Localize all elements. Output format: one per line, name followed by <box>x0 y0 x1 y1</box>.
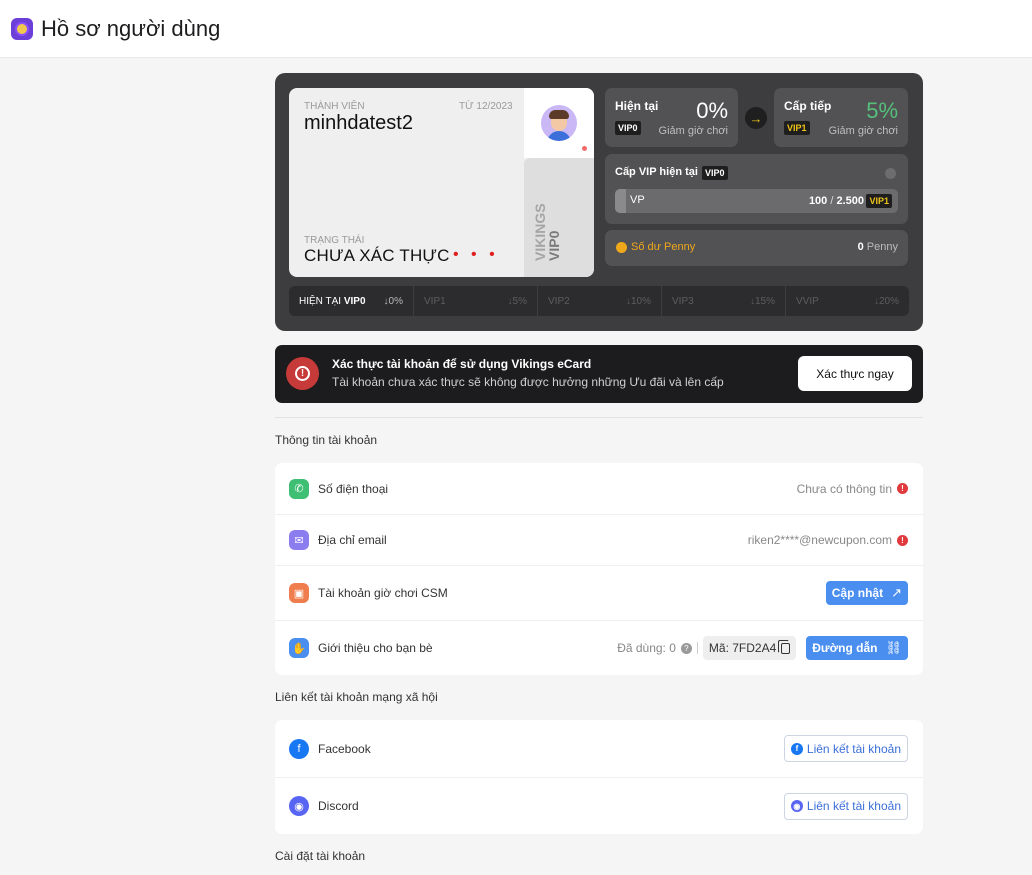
tier-strip-item: VVIP ↓20% <box>785 286 909 316</box>
profile-logo-icon <box>11 17 33 40</box>
vip-progress-panel: Cấp VIP hiện tại VIP0 VP 100 / 2.500 VIP… <box>605 154 908 224</box>
discord-icon: ◉ <box>289 796 309 816</box>
link-discord-button[interactable]: ◉ Liên kết tài khoản <box>783 792 908 820</box>
current-tier-badge: VIP0 <box>615 121 641 135</box>
arrow-right-icon: → <box>745 107 767 129</box>
phone-label: Số điện thoại <box>318 481 389 496</box>
referral-row: ✋ Giới thiệu cho bạn bè Đã dùng: 0? Mã: … <box>275 620 923 675</box>
tier-strip-item: VIP1 ↓5% <box>413 286 537 316</box>
social-title: Liên kết tài khoản mạng xã hội <box>275 690 438 704</box>
next-tier-sub: Giảm giờ chơi <box>828 125 898 137</box>
vp-progress-bar: VP 100 / 2.500 VIP1 <box>615 189 898 213</box>
id-card-icon: ▣ <box>289 583 309 603</box>
referral-used: Đã dùng: 0? <box>617 641 692 655</box>
account-info-title: Thông tin tài khoản <box>275 433 378 447</box>
facebook-icon: f <box>289 738 309 759</box>
facebook-label: Facebook <box>318 741 371 756</box>
alert-icon: ! <box>286 357 319 390</box>
phone-row[interactable]: ✆ Số điện thoại Chưa có thông tin! <box>275 463 923 514</box>
discord-row: ◉ Discord ◉ Liên kết tài khoản <box>275 777 923 834</box>
current-tier-title: Hiện tại <box>615 99 659 113</box>
warning-icon: ! <box>897 483 908 494</box>
copy-icon[interactable] <box>778 639 791 654</box>
current-tier-sub: Giảm giờ chơi <box>658 125 728 137</box>
brand-tier: VIP0 <box>546 230 562 261</box>
current-tier-percent: 0% <box>696 98 728 123</box>
coin-icon <box>616 242 627 253</box>
status-dots: • • • <box>453 246 499 263</box>
settings-title: Cài đặt tài khoản <box>275 849 366 863</box>
discord-icon: ◉ <box>790 800 803 812</box>
penny-balance-panel: Số dư Penny 0 Penny <box>605 230 908 266</box>
tier-strip-item: HIỆN TẠI VIP0 ↓0% <box>299 295 403 307</box>
csm-row: ▣ Tài khoản giờ chơi CSM Cập nhật ↗ <box>275 565 923 620</box>
username: minhdatest2 <box>304 112 413 134</box>
vp-label: VP <box>630 194 645 206</box>
penny-value: 0 Penny <box>857 241 898 253</box>
question-icon[interactable]: ? <box>680 642 692 654</box>
next-tier-percent: 5% <box>866 98 898 123</box>
verify-subtitle: Tài khoản chưa xác thực sẽ không được hư… <box>332 375 724 389</box>
profile-content: THÀNH VIÊN TỪ 12/2023 minhdatest2 TRẠNG … <box>275 73 923 875</box>
page-title: Hồ sơ người dùng <box>41 15 221 41</box>
social-card: f Facebook f Liên kết tài khoản ◉ Discord… <box>275 720 923 834</box>
verify-now-button[interactable]: Xác thực ngay <box>798 356 912 391</box>
csm-label: Tài khoản giờ chơi CSM <box>318 586 448 600</box>
membership-card: THÀNH VIÊN TỪ 12/2023 minhdatest2 TRẠNG … <box>275 73 923 331</box>
member-since: TỪ 12/2023 <box>459 101 513 112</box>
next-tier-title: Cấp tiếp <box>784 99 832 113</box>
email-label: Địa chỉ email <box>318 533 387 547</box>
brand-name: VIKINGS <box>532 203 548 261</box>
account-info-card: ✆ Số điện thoại Chưa có thông tin! ✉ Địa… <box>275 463 923 675</box>
update-button[interactable]: Cập nhật ↗ <box>825 581 908 605</box>
top-bar: Hồ sơ người dùng <box>0 0 1032 58</box>
email-value: riken2****@newcupon.com! <box>748 533 908 547</box>
phone-value: Chưa có thông tin! <box>797 482 908 496</box>
hand-wave-icon: ✋ <box>289 638 309 658</box>
vip-progress-badge: VIP0 <box>702 166 728 180</box>
verification-status: CHƯA XÁC THỰC <box>304 246 450 265</box>
warning-icon: ! <box>897 534 908 546</box>
email-row[interactable]: ✉ Địa chỉ email riken2****@newcupon.com! <box>275 514 923 565</box>
next-tier-badge: VIP1 <box>784 121 810 135</box>
referral-code[interactable]: Mã: 7FD2A4 <box>702 636 797 660</box>
facebook-row: f Facebook f Liên kết tài khoản <box>275 720 923 777</box>
penny-label: Số dư Penny <box>631 241 696 253</box>
current-tier-panel: Hiện tại 0% VIP0 Giảm giờ chơi <box>605 88 738 147</box>
discord-label: Discord <box>318 799 359 813</box>
vp-next-badge: VIP1 <box>866 194 892 208</box>
tier-strip: HIỆN TẠI VIP0 ↓0% VIP1 ↓5% VIP2 ↓10% VIP3 ↓… <box>289 286 909 316</box>
referral-label: Giới thiệu cho bạn bè <box>318 641 433 655</box>
verify-banner: ! Xác thực tài khoản để sử dụng Vikings … <box>275 345 923 403</box>
link-facebook-button[interactable]: f Liên kết tài khoản <box>783 735 908 762</box>
tier-strip-item: VIP2 ↓10% <box>537 286 661 316</box>
vikings-ecard: THÀNH VIÊN TỪ 12/2023 minhdatest2 TRẠNG … <box>289 88 594 277</box>
vip-progress-title: Cấp VIP hiện tại <box>615 166 698 178</box>
facebook-icon: f <box>790 742 803 755</box>
status-label: TRẠNG THÁI <box>304 235 365 246</box>
link-icon: ⛓ <box>885 640 902 655</box>
next-tier-panel: Cấp tiếp 5% VIP1 Giảm giờ chơi <box>774 88 908 147</box>
avatar-status-dot <box>581 145 588 152</box>
vp-progress-fill <box>615 189 627 213</box>
verify-title: Xác thực tài khoản để sử dụng Vikings eC… <box>332 357 592 371</box>
referral-link-button[interactable]: Đường dẫn ⛓ <box>806 636 908 660</box>
phone-icon: ✆ <box>289 478 309 499</box>
arrow-up-right-icon: ↗ <box>891 585 902 600</box>
mail-icon: ✉ <box>289 530 309 550</box>
ecard-brand: VIKINGS VIP0 <box>532 193 562 261</box>
divider <box>275 417 923 418</box>
help-icon[interactable] <box>885 168 896 179</box>
member-label: THÀNH VIÊN <box>304 101 365 112</box>
vp-value: 100 / 2.500 <box>808 195 864 207</box>
tier-strip-item: VIP3 ↓15% <box>661 286 785 316</box>
avatar <box>541 105 577 141</box>
